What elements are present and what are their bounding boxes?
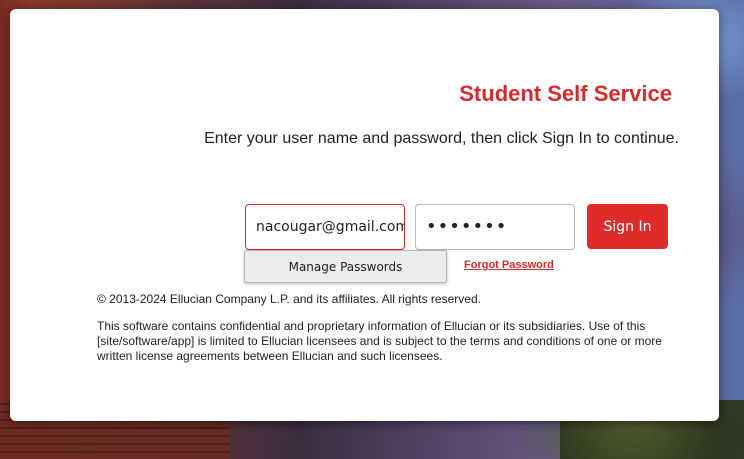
page-title: Student Self Service <box>459 81 672 106</box>
legal-notice: This software contains confidential and … <box>97 319 662 363</box>
instructions-text: Enter your user name and password, then … <box>204 130 679 147</box>
manage-passwords-popup[interactable]: Manage Passwords <box>244 250 447 283</box>
password-field[interactable]: ••••••• <box>415 204 575 250</box>
sign-in-button[interactable]: Sign In <box>587 204 668 249</box>
copyright-text: © 2013-2024 Ellucian Company L.P. and it… <box>97 292 481 306</box>
forgot-password-link[interactable]: Forgot Password <box>464 259 554 271</box>
username-field[interactable]: nacougar@gmail.com <box>245 204 405 250</box>
login-card: Student Self Service Enter your user nam… <box>10 9 719 421</box>
